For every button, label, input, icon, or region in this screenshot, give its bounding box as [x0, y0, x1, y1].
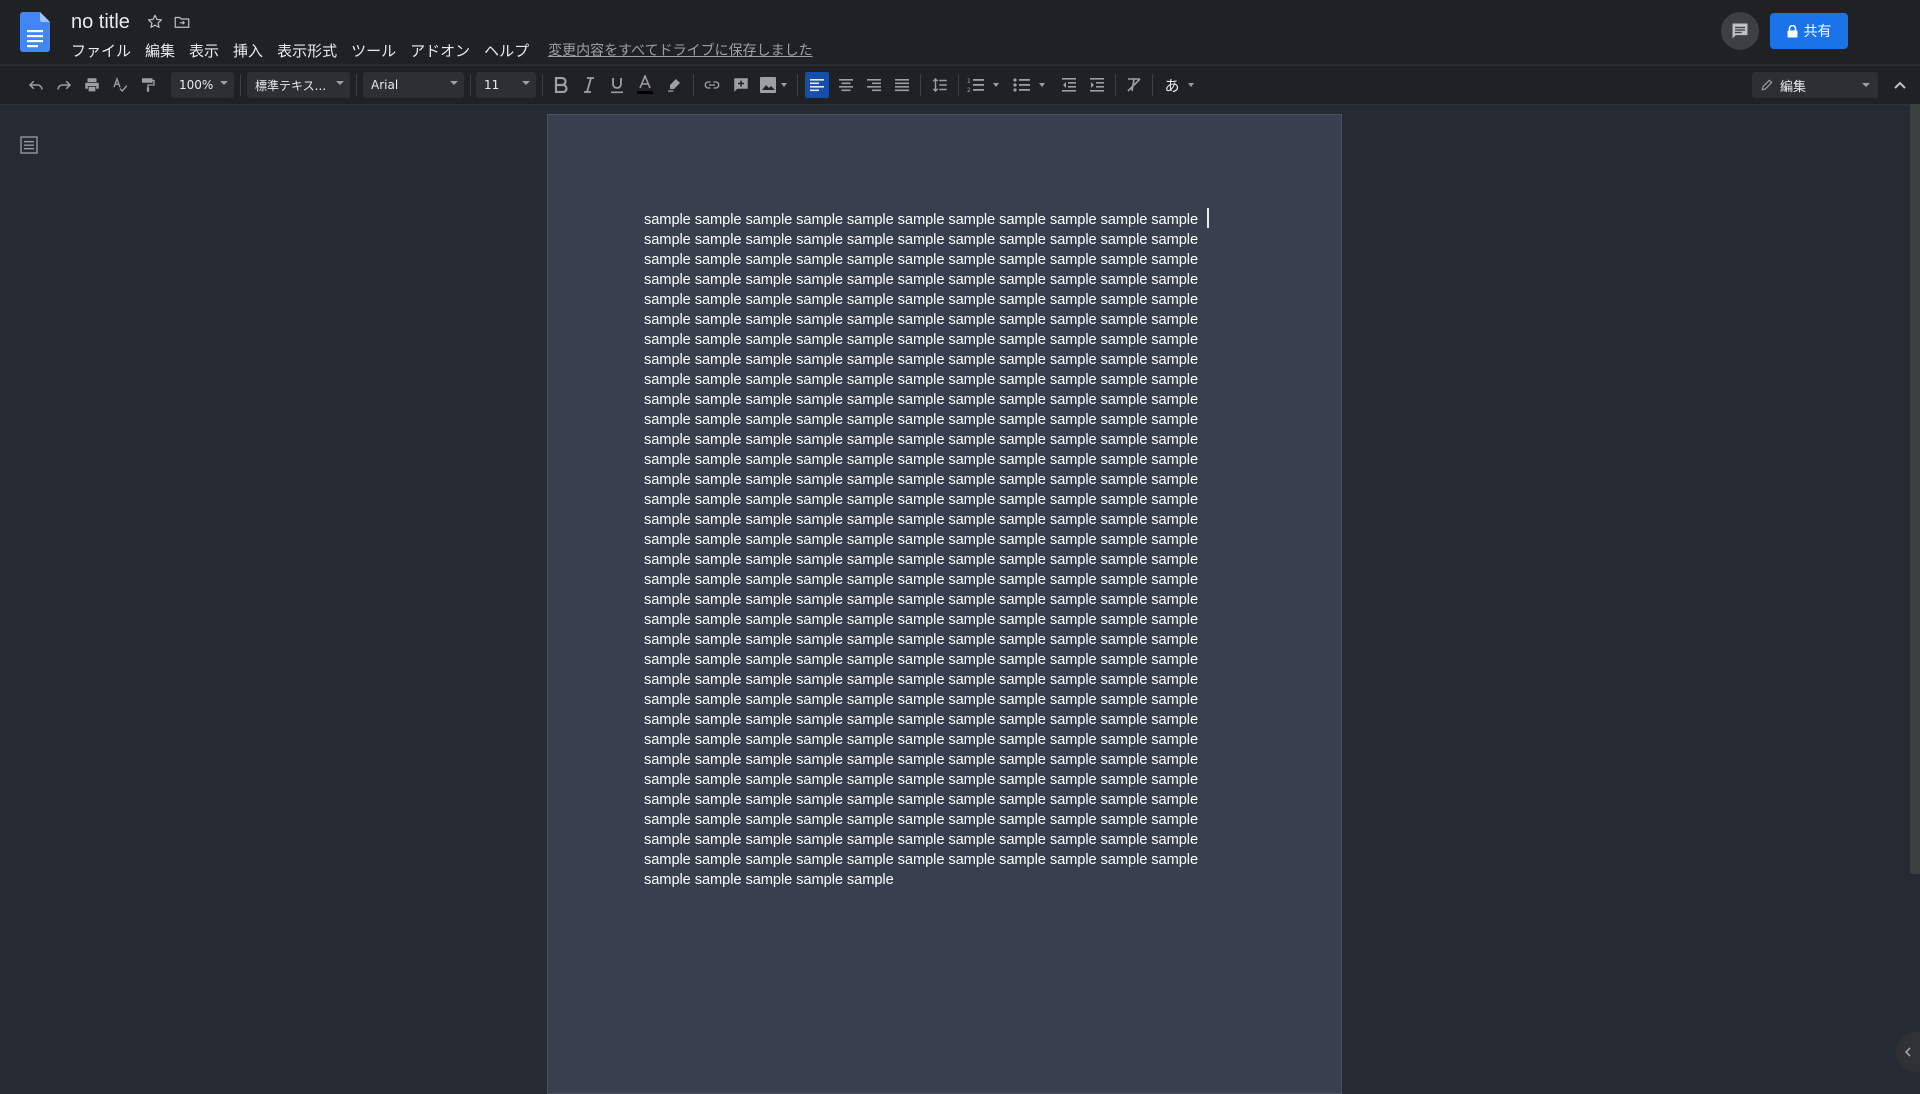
align-right-icon	[867, 79, 881, 92]
comment-history-button[interactable]	[1721, 12, 1759, 50]
clear-formatting-button[interactable]	[1122, 72, 1146, 98]
insert-link-button[interactable]	[700, 72, 724, 98]
font-family-select[interactable]: Arial	[363, 72, 464, 98]
save-status-link[interactable]: 変更内容をすべてドライブに保存しました	[548, 40, 812, 60]
add-comment-icon	[734, 78, 748, 92]
chevron-left-icon	[1904, 1047, 1911, 1057]
align-justify-button[interactable]	[890, 72, 914, 98]
text-color-button[interactable]	[633, 72, 657, 98]
paragraph-style-select[interactable]: 標準テキス...	[247, 72, 350, 98]
line-spacing-button[interactable]	[928, 72, 952, 98]
align-left-icon	[810, 79, 824, 92]
menu-view[interactable]: 表示	[182, 38, 226, 63]
font-size-value: 11	[484, 78, 500, 92]
menu-tools[interactable]: ツール	[344, 38, 403, 63]
menu-edit[interactable]: 編集	[138, 38, 182, 63]
paint-roller-icon	[142, 78, 155, 92]
collapse-menus-button[interactable]	[1888, 72, 1912, 98]
image-icon	[760, 77, 787, 93]
chevron-down-icon	[1187, 83, 1194, 87]
input-tools-button[interactable]: あ	[1159, 72, 1201, 98]
highlight-color-button[interactable]	[662, 72, 686, 98]
bold-icon	[554, 77, 568, 93]
align-right-button[interactable]	[862, 72, 886, 98]
menu-bar: ファイル 編集 表示 挿入 表示形式 ツール アドオン ヘルプ 変更内容をすべて…	[64, 38, 813, 62]
spellcheck-icon	[113, 77, 128, 92]
menu-addons[interactable]: アドオン	[403, 38, 477, 63]
redo-icon	[57, 80, 72, 90]
menu-format[interactable]: 表示形式	[270, 38, 344, 63]
document-body-text[interactable]: sample sample sample sample sample sampl…	[644, 210, 1214, 890]
insert-comment-button[interactable]	[729, 72, 753, 98]
editing-mode-select[interactable]: 編集	[1752, 72, 1878, 98]
comment-icon	[1732, 23, 1748, 39]
svg-text:1: 1	[967, 78, 971, 85]
pencil-icon	[1761, 79, 1773, 91]
document-page[interactable]: sample sample sample sample sample sampl…	[547, 114, 1342, 1094]
menu-file[interactable]: ファイル	[64, 38, 138, 63]
svg-text:2: 2	[967, 87, 971, 94]
insert-image-button[interactable]	[757, 72, 791, 98]
italic-button[interactable]	[577, 72, 601, 98]
text-cursor	[1207, 208, 1209, 228]
star-icon[interactable]	[146, 13, 164, 31]
bold-button[interactable]	[549, 72, 573, 98]
google-docs-icon[interactable]	[20, 12, 50, 52]
highlighter-icon	[668, 79, 680, 92]
folder-move-icon[interactable]	[173, 13, 191, 31]
align-center-icon	[839, 79, 853, 92]
font-value: Arial	[371, 78, 399, 92]
decrease-indent-button[interactable]	[1057, 72, 1081, 98]
formatting-toolbar: 100% 標準テキス... Arial 11 1 2 あ 編集	[0, 65, 1920, 105]
underline-button[interactable]	[605, 72, 629, 98]
app-header: no title ファイル 編集 表示 挿入 表示形式 ツール アドオン ヘルプ…	[0, 0, 1920, 64]
chevron-up-icon	[1894, 81, 1906, 89]
bulleted-list-icon	[1013, 78, 1045, 92]
vertical-scrollbar[interactable]	[1910, 104, 1920, 874]
underline-icon	[611, 77, 623, 93]
font-size-select[interactable]: 11	[476, 72, 536, 98]
decrease-indent-icon	[1062, 78, 1076, 92]
undo-icon	[28, 80, 43, 90]
undo-button[interactable]	[24, 72, 48, 98]
numbered-list-button[interactable]: 12	[965, 72, 1005, 98]
document-title[interactable]: no title	[71, 11, 130, 34]
share-label: 共有	[1803, 24, 1832, 40]
lock-icon	[1787, 24, 1797, 37]
numbered-list-icon: 12	[967, 78, 999, 94]
italic-icon	[584, 77, 594, 93]
redo-button[interactable]	[52, 72, 76, 98]
input-tool-label: あ	[1164, 76, 1180, 95]
align-left-button[interactable]	[805, 72, 829, 98]
menu-insert[interactable]: 挿入	[226, 38, 270, 63]
bulleted-list-button[interactable]	[1011, 72, 1051, 98]
share-button[interactable]: 共有	[1770, 13, 1848, 49]
document-outline-icon[interactable]	[20, 136, 38, 154]
spellcheck-button[interactable]	[108, 72, 132, 98]
line-spacing-icon	[932, 78, 947, 92]
side-panel-toggle[interactable]	[1896, 1032, 1920, 1072]
text-color-icon	[637, 75, 653, 94]
align-center-button[interactable]	[834, 72, 858, 98]
clear-formatting-icon	[1127, 78, 1141, 92]
edit-mode-label: 編集	[1780, 79, 1807, 95]
print-icon	[85, 78, 99, 93]
paint-format-button[interactable]	[136, 72, 160, 98]
increase-indent-icon	[1090, 78, 1104, 92]
increase-indent-button[interactable]	[1085, 72, 1109, 98]
align-justify-icon	[895, 79, 909, 92]
menu-help[interactable]: ヘルプ	[477, 38, 536, 63]
print-button[interactable]	[80, 72, 104, 98]
zoom-select[interactable]: 100%	[171, 72, 234, 98]
link-icon	[704, 81, 720, 89]
zoom-value: 100%	[179, 78, 214, 92]
style-value: 標準テキス...	[255, 78, 327, 93]
